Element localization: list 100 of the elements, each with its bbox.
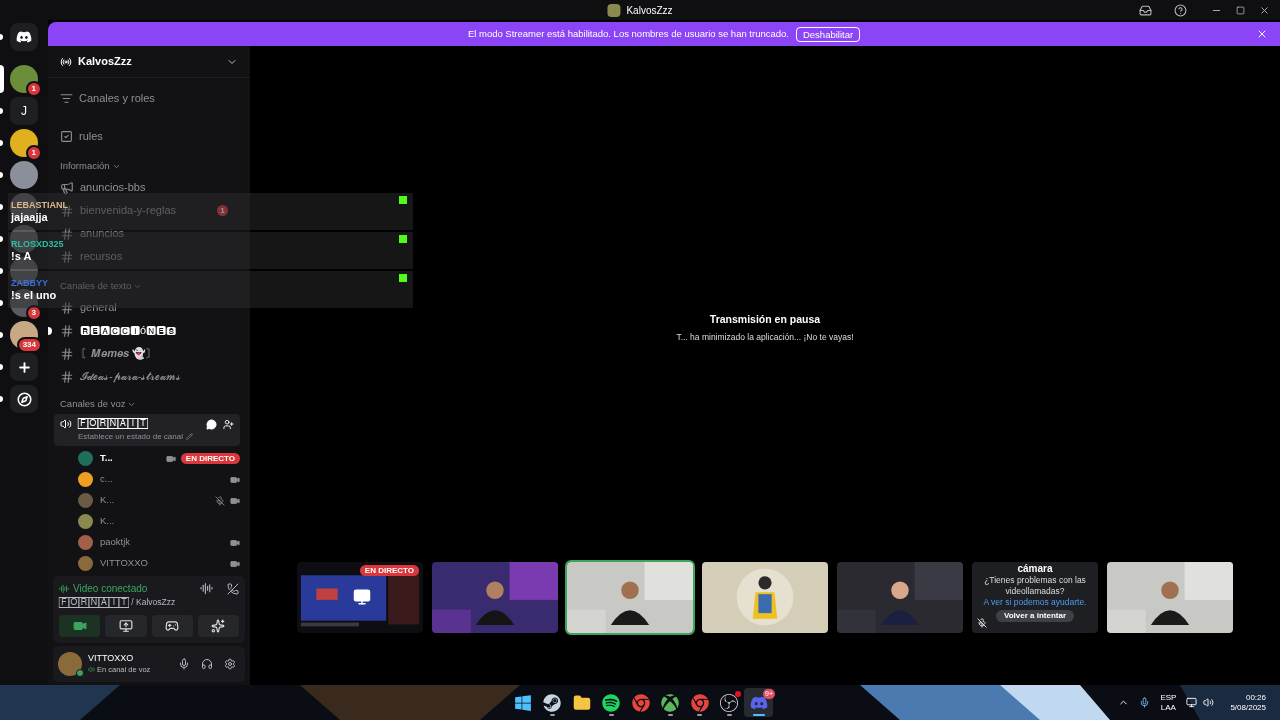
username: VITTOXXO — [88, 653, 135, 664]
chrome-icon — [631, 693, 650, 712]
screen-button[interactable] — [105, 615, 147, 637]
gamepad-icon — [165, 619, 180, 633]
server-icon[interactable] — [10, 161, 38, 189]
microphone-icon[interactable] — [178, 658, 190, 670]
megaphone-icon — [60, 180, 74, 195]
screen-share-icon — [118, 619, 133, 633]
hash-icon — [60, 346, 74, 361]
hash-icon — [60, 300, 74, 315]
inbox-icon[interactable] — [1139, 3, 1152, 17]
running-indicator — [608, 714, 614, 716]
camera-icon — [72, 619, 87, 633]
channel-item[interactable]: 〘𝑴𝒆𝒎𝒆𝒔 👻〙 — [80, 345, 158, 362]
close-button[interactable] — [1259, 4, 1270, 16]
chat-author: LEBASTIANL — [11, 199, 68, 210]
nav-item[interactable]: Canales y roles — [60, 83, 240, 113]
chrome-icon — [690, 693, 709, 712]
invite-icon[interactable] — [223, 418, 234, 430]
voice-member[interactable]: T... EN DIRECTO — [60, 448, 240, 469]
checkbox-icon — [60, 129, 73, 143]
stage-title: Transmisión en pausa — [709, 312, 821, 328]
channel-name: 🄵🄾🅁🄽🄰🄸🅃 — [78, 417, 148, 431]
connection-status: Video conectado — [73, 582, 148, 597]
running-indicator — [549, 714, 555, 716]
chat-text: jajaajja — [11, 209, 48, 224]
mention-badge: 1 — [217, 205, 228, 216]
microphone-icon[interactable] — [1139, 697, 1151, 708]
start-icon — [513, 693, 532, 712]
noise-suppression-icon[interactable] — [200, 582, 213, 596]
voice-channel[interactable]: 🄵🄾🅁🄽🄰🄸🅃 Establece un estado de canal — [54, 414, 240, 446]
discover-button[interactable] — [10, 385, 38, 413]
category-header[interactable]: Canales de voz — [60, 394, 240, 414]
headphones-icon[interactable] — [201, 658, 213, 670]
stage-subtitle: T... ha minimizado la aplicación... ¡No te vayas! — [676, 331, 854, 344]
hash-icon — [60, 323, 74, 338]
volume-icon[interactable] — [1203, 697, 1215, 708]
settings-icon[interactable] — [224, 658, 236, 670]
video-tile[interactable]: EN DIRECTO — [295, 560, 425, 635]
steam-icon — [543, 693, 561, 712]
chat-text: !s A — [11, 248, 32, 263]
channel-item[interactable]: anuncios-bbs — [80, 179, 146, 196]
network-icon[interactable] — [1186, 697, 1198, 708]
server-icon[interactable]: J — [10, 97, 38, 125]
soundboard-button[interactable] — [197, 615, 239, 637]
obs-icon — [720, 693, 738, 712]
help-link[interactable]: A ver si podemos ayudarte. — [983, 597, 1087, 607]
disable-button[interactable]: Deshabilitar — [795, 26, 861, 42]
voice-member[interactable]: paoktjk — [60, 532, 240, 553]
voice-member[interactable]: K... — [60, 511, 240, 532]
running-indicator — [726, 714, 732, 716]
channel-status: Establece un estado de canal — [78, 430, 183, 443]
plus-icon — [16, 359, 32, 375]
camera-button[interactable] — [59, 615, 101, 637]
connection-location: 🄵🄾🅁🄽🄰🄸🅃 / KalvosZzz — [59, 596, 177, 609]
pencil-icon[interactable] — [185, 433, 193, 441]
voice-member[interactable]: K... — [60, 490, 240, 511]
home-button[interactable] — [10, 23, 38, 51]
language-indicator[interactable]: ESP — [1160, 692, 1177, 703]
nav-item[interactable]: rules — [60, 121, 240, 151]
maximize-button[interactable] — [1236, 5, 1245, 15]
platform-icon — [399, 235, 407, 243]
voice-member[interactable]: c... — [60, 469, 240, 490]
running-indicator — [697, 714, 702, 716]
help-icon[interactable] — [1174, 3, 1187, 17]
spotify-icon — [602, 693, 620, 712]
clock-date[interactable]: 5/08/2025 — [1230, 702, 1266, 713]
chat-author: RLOSXD325 — [11, 238, 64, 249]
add-server-button[interactable] — [10, 353, 38, 381]
voice-member[interactable]: VITTOXXO — [60, 553, 240, 574]
video-tile[interactable]: cámara ¿Tienes problemas con las videollamadas? A ver si podemos ayudarte. Volver a intentar — [970, 560, 1100, 635]
channel-item[interactable]: 𝓘𝓭𝓮𝓪𝓼-𝓹𝓪𝓻𝓪-𝓼𝓽𝓻𝓮𝓪𝓶𝓼 — [80, 368, 182, 385]
user-avatar[interactable] — [58, 652, 82, 676]
hash-icon — [60, 249, 74, 264]
speaker-icon — [88, 666, 95, 673]
server-icon[interactable] — [10, 129, 38, 157]
close-icon[interactable] — [1256, 28, 1268, 40]
clock-time[interactable]: 00:26 — [1245, 692, 1266, 703]
server-icon[interactable] — [10, 289, 38, 317]
disconnect-icon[interactable] — [227, 582, 239, 595]
chat-text: !s el uno — [11, 287, 57, 302]
xbox-icon — [661, 693, 679, 712]
chat-author: ZABBYY — [11, 277, 48, 288]
server-avatar-icon — [607, 3, 621, 17]
running-indicator — [752, 714, 765, 716]
activity-button[interactable] — [151, 615, 193, 637]
hash-icon — [60, 226, 74, 241]
live-badge: EN DIRECTO — [180, 453, 240, 464]
chat-icon[interactable] — [206, 418, 217, 430]
community-icon — [60, 55, 72, 68]
sparkles-icon — [211, 619, 226, 633]
notification-badge: 334 — [16, 337, 42, 353]
category-header[interactable]: Información — [60, 156, 240, 176]
channel-item[interactable]: 🆁🅴🅰🅲🅲🅸ó🅽🅴🆂 — [80, 322, 177, 339]
banner-text: El modo Streamer está habilitado. Los nombres de usuario se han truncado. — [467, 26, 789, 41]
language-indicator[interactable]: LAA — [1160, 702, 1176, 713]
hash-icon — [60, 369, 74, 384]
unread-indicator — [48, 326, 52, 335]
help-text: ¿Tienes problemas con las videollamadas? A ver si podemos ayudarte. — [982, 575, 1088, 608]
retry-button[interactable]: Volver a intentar — [995, 610, 1075, 622]
